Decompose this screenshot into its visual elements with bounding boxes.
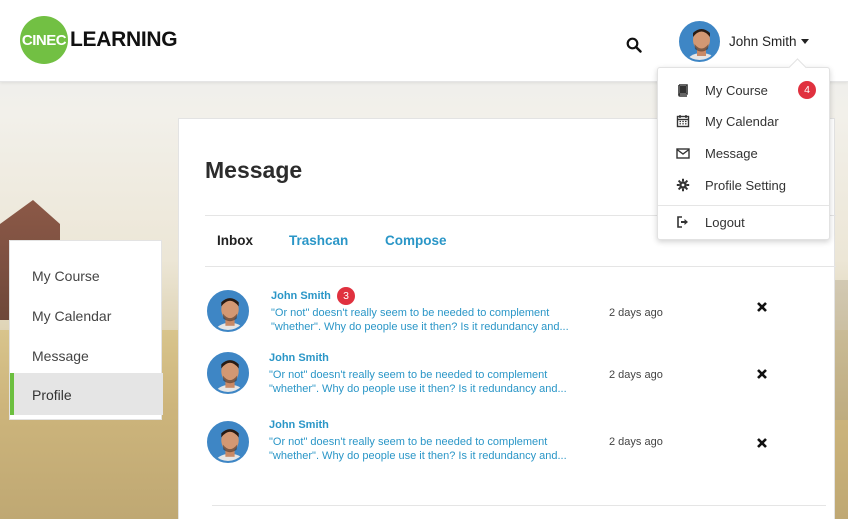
menu-divider [658, 205, 829, 206]
notification-badge: 4 [798, 81, 816, 99]
message-time: 2 days ago [609, 307, 663, 319]
sender-avatar [207, 290, 249, 332]
preview-line: "whether". Why do people use it then? Is… [271, 321, 569, 333]
message-preview[interactable]: "Or not" doesn't really seem to be neede… [271, 306, 591, 334]
preview-line: "Or not" doesn't really seem to be neede… [271, 307, 550, 319]
sidenav-item-label: My Calendar [32, 308, 112, 324]
preview-line: "Or not" doesn't really seem to be neede… [269, 436, 548, 448]
message-preview[interactable]: "Or not" doesn't really seem to be neede… [269, 435, 589, 463]
book-icon [678, 84, 688, 97]
message-row[interactable]: John Smith 3 "Or not" doesn't really see… [207, 287, 807, 340]
message-row[interactable]: John Smith "Or not" doesn't really seem … [207, 419, 807, 469]
sidenav-item-label: Profile [32, 387, 72, 403]
sender-name[interactable]: John Smith [269, 352, 329, 364]
divider [205, 266, 836, 267]
sender-name[interactable]: John Smith [269, 419, 329, 431]
menu-item-label: Profile Setting [705, 177, 786, 193]
avatar-portrait-icon [209, 354, 247, 392]
gear-icon [676, 178, 690, 192]
menu-item-profile-setting[interactable]: Profile Setting [658, 170, 829, 200]
message-preview[interactable]: "Or not" doesn't really seem to be neede… [269, 368, 589, 396]
sidenav-item-profile[interactable]: Profile [10, 373, 163, 415]
preview-line: "whether". Why do people use it then? Is… [269, 450, 567, 462]
user-avatar[interactable] [679, 21, 720, 62]
sidenav-item-label: Message [32, 348, 89, 364]
tab-trashcan[interactable]: Trashcan [289, 233, 348, 248]
unread-badge: 3 [337, 287, 355, 305]
menu-item-label: My Calendar [705, 113, 779, 129]
menu-item-label: My Course [705, 82, 768, 98]
user-name[interactable]: John Smith [729, 34, 797, 49]
menu-item-label: Message [705, 145, 758, 161]
tab-inbox[interactable]: Inbox [217, 233, 253, 248]
sidenav-item-label: My Course [32, 268, 100, 284]
menu-item-label: Logout [705, 214, 745, 230]
avatar-portrait-icon [209, 423, 247, 461]
sender-avatar [207, 352, 249, 394]
sender-avatar [207, 421, 249, 463]
avatar-portrait-icon [681, 23, 718, 60]
preview-line: "Or not" doesn't really seem to be neede… [269, 369, 548, 381]
message-time: 2 days ago [609, 436, 663, 448]
close-icon[interactable] [756, 437, 768, 449]
close-icon[interactable] [756, 368, 768, 380]
sidenav-item-my-calendar[interactable]: My Calendar [10, 296, 163, 336]
logo-text: LEARNING [70, 28, 178, 51]
logo[interactable]: CINEC LEARNING [20, 16, 178, 64]
avatar-portrait-icon [209, 292, 247, 330]
divider [212, 505, 826, 506]
close-icon[interactable] [756, 301, 768, 313]
preview-line: "whether". Why do people use it then? Is… [269, 383, 567, 395]
logout-icon [677, 216, 688, 228]
sender-name[interactable]: John Smith [271, 290, 331, 302]
user-dropdown-menu: My Course 4 My Calendar Message Profile … [657, 67, 830, 240]
menu-item-my-calendar[interactable]: My Calendar [658, 106, 829, 136]
search-icon[interactable] [626, 37, 642, 53]
envelope-icon [676, 148, 690, 159]
menu-item-my-course[interactable]: My Course 4 [658, 75, 829, 105]
page-title: Message [205, 157, 303, 183]
message-row[interactable]: John Smith "Or not" doesn't really seem … [207, 352, 807, 402]
logo-circle: CINEC [20, 16, 68, 64]
calendar-icon [676, 115, 690, 128]
side-nav: My Course My Calendar Message Profile [9, 240, 163, 420]
menu-item-logout[interactable]: Logout [658, 207, 829, 237]
chevron-down-icon[interactable] [801, 39, 809, 44]
message-time: 2 days ago [609, 369, 663, 381]
tab-compose[interactable]: Compose [385, 233, 447, 248]
sidenav-item-message[interactable]: Message [10, 336, 163, 376]
sidenav-item-my-course[interactable]: My Course [10, 256, 163, 296]
menu-item-message[interactable]: Message [658, 138, 829, 168]
